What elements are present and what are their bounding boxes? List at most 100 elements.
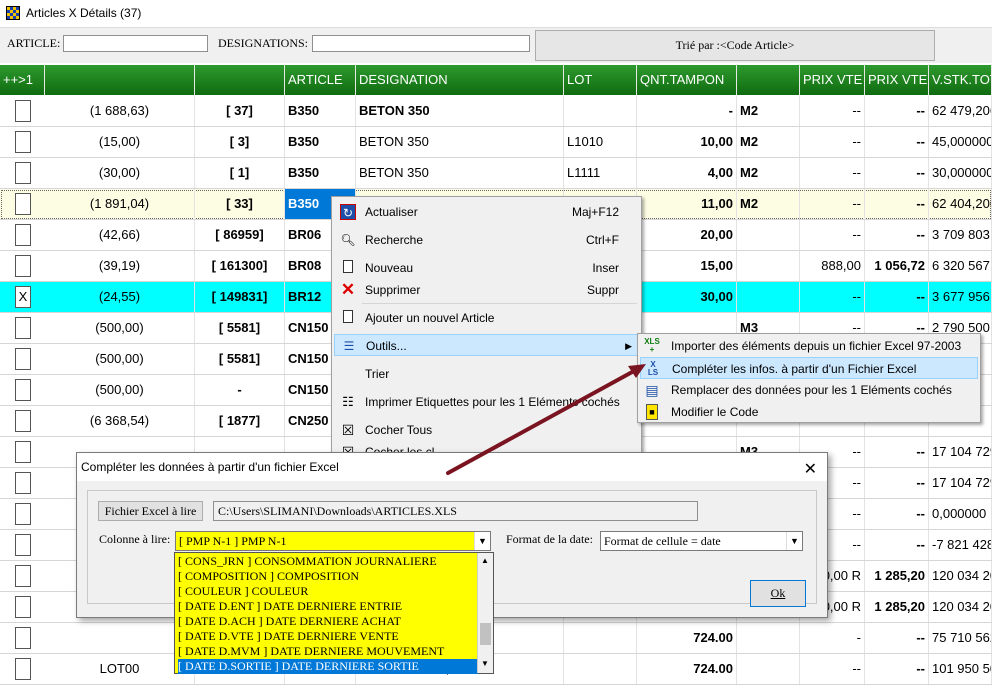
menu-item-recherche[interactable]: 🔍︎ Recherche Ctrl+F xyxy=(334,229,639,251)
scroll-up-icon[interactable]: ▲ xyxy=(481,556,489,565)
menu-item-supprimer[interactable]: ✕ Supprimer Suppr xyxy=(334,279,639,301)
cell-pv2: -- xyxy=(865,468,929,498)
row-checkbox[interactable] xyxy=(15,348,31,370)
cell-pv2: -- xyxy=(865,220,929,250)
column-header-qnt-tampon[interactable]: QNT.TAMPON xyxy=(637,65,737,95)
cell-c1: (15,00) xyxy=(45,127,195,157)
column-select[interactable]: [ PMP N-1 ] PMP N-1 ▼ xyxy=(175,531,491,551)
column-label: Colonne à lire: xyxy=(99,532,171,546)
submenu-item-remplacer[interactable]: ▤ Remplacer des données pour les 1 Eléme… xyxy=(640,379,978,401)
cell-lot xyxy=(564,654,637,684)
row-checkbox[interactable] xyxy=(15,472,31,494)
column-header-unit[interactable] xyxy=(737,65,800,95)
cell-lot: L1010 xyxy=(564,127,637,157)
cell-qnt: - xyxy=(637,96,737,126)
row-checkbox[interactable] xyxy=(15,503,31,525)
dropdown-scrollbar[interactable]: ▲ ▼ xyxy=(477,553,493,673)
table-row[interactable]: (30,00)[ 1] B350 BETON 350 L1111 4,00 M2 -- -- 3… xyxy=(0,158,992,189)
cell-vstk: 120 034 20 xyxy=(929,561,992,591)
cell-article: B350 xyxy=(285,96,356,126)
menu-item-actualiser[interactable]: ↻ Actualiser Maj+F12 xyxy=(334,201,639,223)
cell-vstk: 120 034 20 xyxy=(929,592,992,622)
row-checkbox[interactable] xyxy=(15,379,31,401)
menu-item-nouveau[interactable]: Nouveau Inser xyxy=(334,257,639,279)
table-row[interactable]: (1 688,63)[ 37] B350 BETON 350- M2 -- -- 62 47… xyxy=(0,96,992,127)
menu-separator xyxy=(362,303,637,304)
excel-file-button[interactable]: Fichier Excel à lire xyxy=(98,501,203,521)
row-checkbox[interactable] xyxy=(15,627,31,649)
table-row[interactable]: (15,00)[ 3] B350 BETON 350 L1010 10,00 M2 -- --… xyxy=(0,127,992,158)
column-header-v-stk-tot[interactable]: V.STK.TOT xyxy=(929,65,992,95)
column-header-designation[interactable]: DESIGNATION xyxy=(356,65,564,95)
dropdown-option[interactable]: [ DATE D.ENT ] DATE DERNIERE ENTRIE xyxy=(178,599,478,614)
column-header-article[interactable]: ARTICLE xyxy=(285,65,356,95)
column-header-check[interactable]: ++>1 xyxy=(0,65,45,95)
sort-button[interactable]: Trié par :<Code Article> xyxy=(535,30,935,61)
date-format-select[interactable]: Format de cellule = date ▼ xyxy=(600,531,803,551)
row-checkbox[interactable] xyxy=(15,565,31,587)
row-checkbox[interactable] xyxy=(15,131,31,153)
cell-unit xyxy=(737,251,800,281)
row-checkbox[interactable] xyxy=(15,100,31,122)
row-checkbox[interactable] xyxy=(15,534,31,556)
cell-pv2: -- xyxy=(865,189,929,219)
row-checkbox[interactable]: X xyxy=(15,286,31,308)
ok-button[interactable]: Ok xyxy=(750,580,806,607)
dropdown-option[interactable]: [ DATE D.ACH ] DATE DERNIERE ACHAT xyxy=(178,614,478,629)
submenu-item-importer[interactable]: XLS + Importer des éléments depuis un fic… xyxy=(640,335,978,357)
row-checkbox[interactable] xyxy=(15,596,31,618)
column-header-2[interactable] xyxy=(195,65,285,95)
row-checkbox[interactable] xyxy=(15,441,31,463)
chevron-down-icon[interactable]: ▼ xyxy=(786,532,802,550)
dropdown-option-selected[interactable]: [ DATE D.SORTIE ] DATE DERNIERE SORTIE xyxy=(178,659,478,674)
dropdown-option[interactable]: [ COMPOSITION ] COMPOSITION xyxy=(178,569,478,584)
cell-article: B350 xyxy=(285,127,356,157)
menu-item-cocher-tous[interactable]: ☒ Cocher Tous xyxy=(334,419,639,441)
cell-pv2: 1 056,72 xyxy=(865,251,929,281)
row-checkbox[interactable] xyxy=(15,162,31,184)
cell-vstk: 101 950 50 xyxy=(929,654,992,684)
menu-item-outils[interactable]: ☰ Outils... ▶ xyxy=(334,334,639,356)
column-header-lot[interactable]: LOT xyxy=(564,65,637,95)
table-row[interactable]: 034 20794 405,75724.00---75 710 562 xyxy=(0,623,992,654)
list-icon: ☰ xyxy=(343,339,355,353)
row-checkbox[interactable] xyxy=(15,224,31,246)
menu-item-ajouter-article[interactable]: Ajouter un nouvel Article xyxy=(334,307,639,329)
cell-lot: L1111 xyxy=(564,158,637,188)
row-checkbox[interactable] xyxy=(15,410,31,432)
scroll-thumb[interactable] xyxy=(480,623,491,645)
cell-vstk: 17 104 729 xyxy=(929,437,992,467)
table-row[interactable]: LOT00034 20794 405,75724.00----101 950 5… xyxy=(0,654,992,685)
cell-c1: (1 891,04) xyxy=(45,189,195,219)
date-format-label: Format de la date: xyxy=(506,532,593,546)
article-filter-label: ARTICLE: xyxy=(7,36,61,50)
column-header-1[interactable] xyxy=(45,65,195,95)
dropdown-option[interactable]: [ CONS_JRN ] CONSOMMATION JOURNALIERE xyxy=(178,554,478,569)
row-checkbox[interactable] xyxy=(15,658,31,680)
row-checkbox[interactable] xyxy=(15,317,31,339)
cell-qnt: 30,00 xyxy=(637,282,737,312)
cell-c1: (24,55) xyxy=(45,282,195,312)
cell-pv2: -- xyxy=(865,654,929,684)
menu-item-imprimer-etiquettes[interactable]: ☷ Imprimer Etiquettes pour les 1 Elément… xyxy=(334,391,639,413)
menu-item-trier[interactable]: Trier xyxy=(334,363,639,385)
scroll-down-icon[interactable]: ▼ xyxy=(481,659,489,668)
close-icon[interactable]: ✕ xyxy=(804,456,817,484)
chevron-down-icon[interactable]: ▼ xyxy=(474,532,490,550)
article-filter-input[interactable] xyxy=(63,35,208,52)
row-checkbox[interactable] xyxy=(15,255,31,277)
cell-c2: [ 5581] xyxy=(195,313,285,343)
designations-filter-input[interactable] xyxy=(312,35,530,52)
context-menu: ↻ Actualiser Maj+F12 🔍︎ Recherche Ctrl+F… xyxy=(331,196,642,463)
row-checkbox[interactable] xyxy=(15,193,31,215)
column-header-prix-vte-2[interactable]: PRIX VTE xyxy=(865,65,929,95)
submenu-item-modifier-code[interactable]: ■ Modifier le Code xyxy=(640,401,978,423)
cell-vstk: 30,000000 xyxy=(929,158,992,188)
dropdown-option[interactable]: [ COULEUR ] COULEUR xyxy=(178,584,478,599)
column-header-prix-vte-1[interactable]: PRIX VTE xyxy=(800,65,865,95)
dropdown-option[interactable]: [ DATE D.MVM ] DATE DERNIERE MOUVEMENT xyxy=(178,644,478,659)
cell-c1: (42,66) xyxy=(45,220,195,250)
dropdown-option[interactable]: [ DATE D.VTE ] DATE DERNIERE VENTE xyxy=(178,629,478,644)
file-path-field[interactable]: C:\Users\SLIMANI\Downloads\ARTICLES.XLS xyxy=(213,501,698,521)
submenu-item-completer[interactable]: X LS Compléter les infos. à partir d'un F… xyxy=(640,357,978,379)
